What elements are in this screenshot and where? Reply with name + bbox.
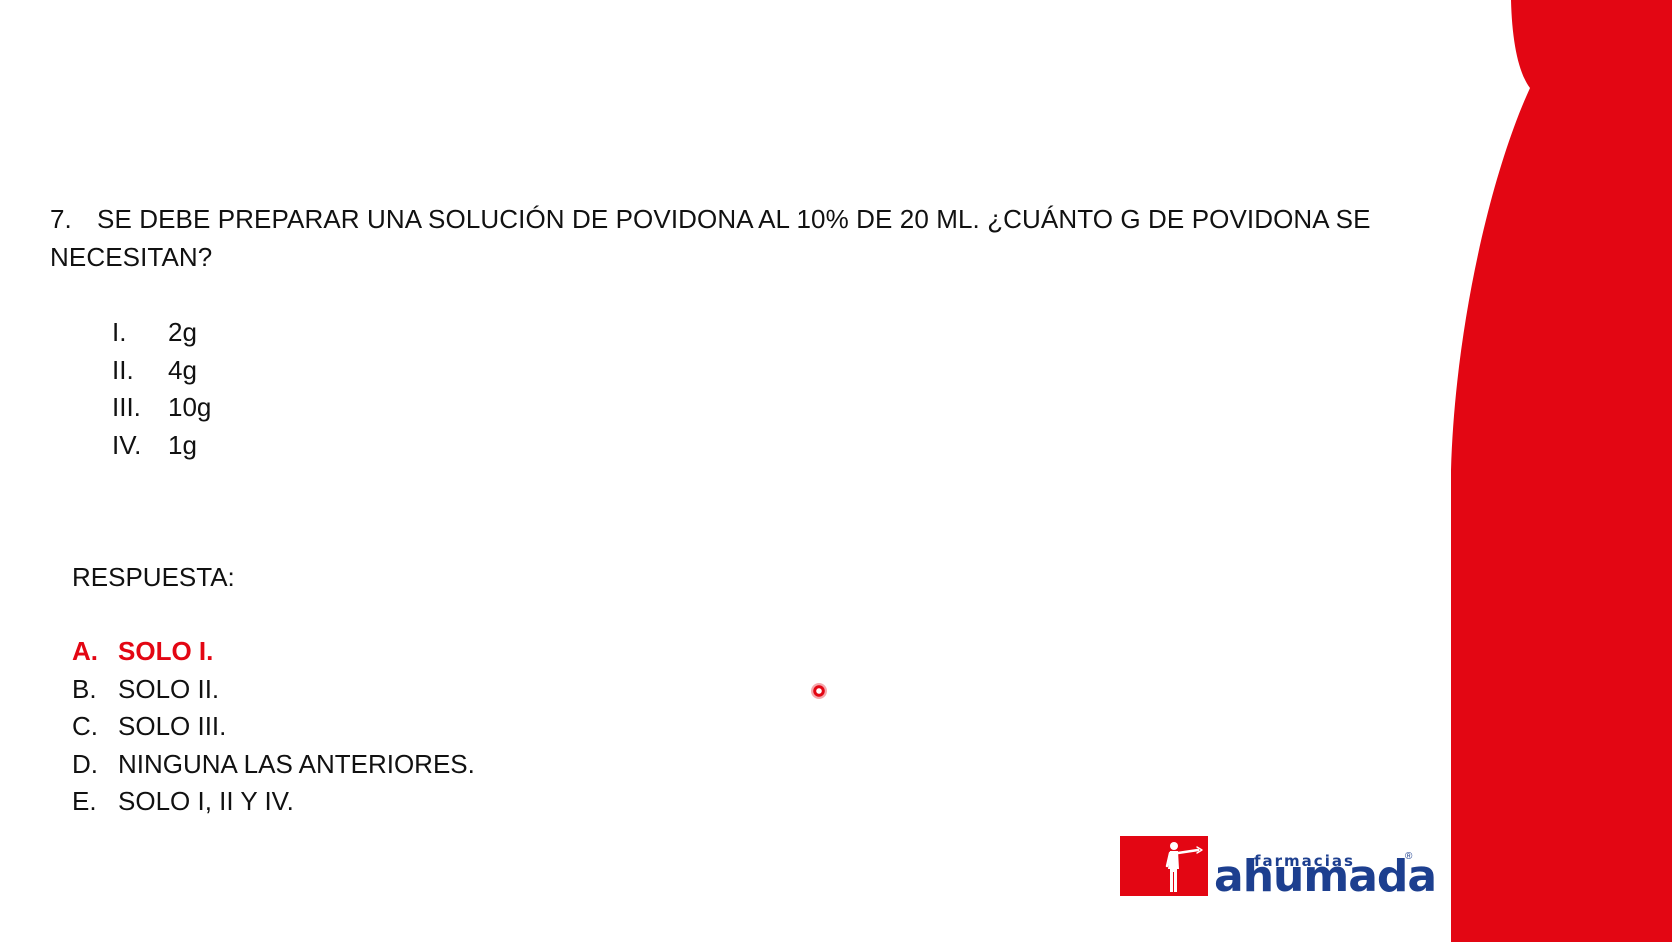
answer-heading: RESPUESTA: [72,562,235,592]
answer-text: SOLO III. [118,711,227,741]
option-value: 4g [168,354,197,385]
question-number: 7. [50,204,72,234]
option-numeral: I. [112,317,127,347]
answer-text: SOLO I. [118,636,214,666]
question-body: SE DEBE PREPARAR UNA SOLUCIÓN DE POVIDON… [50,204,1371,272]
option-list: I. 2g II. 4g III. 10g IV. 1g [112,314,211,464]
option-numeral: II. [112,354,134,385]
pointing-man-icon [1165,842,1203,892]
option-value: 10g [168,392,212,422]
answer-text: SOLO I, II Y IV. [118,786,294,816]
answer-letter: A. [72,636,98,666]
answer-text: NINGUNA LAS ANTERIORES. [118,748,475,779]
laser-pointer-icon [811,683,827,699]
logo-ahumada-text: ahumada [1214,851,1437,902]
answer-item: B. SOLO II. [72,671,475,709]
option-item: IV. 1g [112,427,211,465]
answer-letter: D. [72,748,98,779]
option-numeral: IV. [112,429,142,460]
brand-logo: farmacias ahumada ® [1104,808,1437,922]
answer-text: SOLO II. [118,673,220,704]
logo-registered-mark: ® [1405,851,1413,862]
presentation-slide: 7. SE DEBE PREPARAR UNA SOLUCIÓN DE POVID… [0,0,1672,942]
answer-item: E. SOLO I, II Y IV. [72,783,475,821]
answer-item: D. NINGUNA LAS ANTERIORES. [72,746,475,784]
answer-item-correct: A. SOLO I. [72,633,475,671]
logo-red-box [1120,836,1208,896]
question-text: 7. SE DEBE PREPARAR UNA SOLUCIÓN DE POVID… [50,200,1390,276]
answer-letter: C. [72,711,98,741]
option-value: 1g [168,429,197,460]
option-item: I. 2g [112,314,211,352]
answer-item: C. SOLO III. [72,708,475,746]
option-item: III. 10g [112,389,211,427]
answer-list: A. SOLO I. B. SOLO II. C. SOLO III. D. N… [72,633,475,821]
answer-letter: B. [72,673,97,704]
option-item: II. 4g [112,352,211,390]
option-numeral: III. [112,392,141,422]
answer-letter: E. [72,786,97,816]
option-value: 2g [168,317,197,347]
